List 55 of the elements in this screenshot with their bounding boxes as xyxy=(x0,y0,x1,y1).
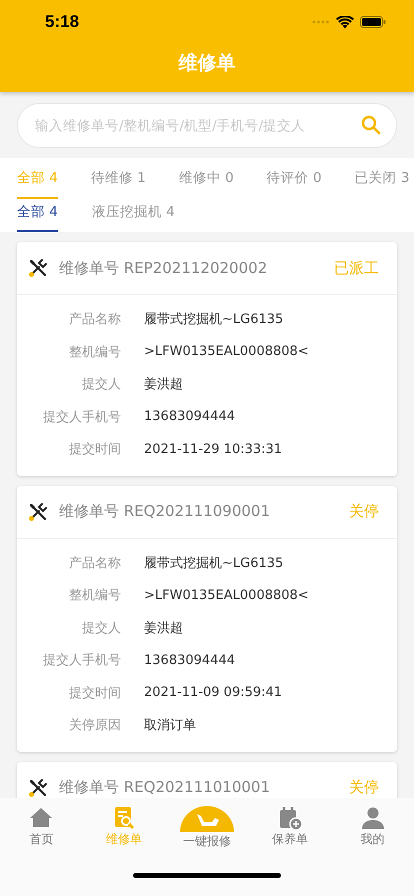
field-value: 2021-11-29 10:33:31 xyxy=(144,442,282,457)
order-status: 关停 xyxy=(349,778,379,797)
field-label: 产品名称 xyxy=(68,311,121,328)
field-value: 履带式挖掘机~LG6135 xyxy=(144,554,284,572)
field-value: 履带式挖掘机~LG6135 xyxy=(144,311,284,328)
field-value: 13683094444 xyxy=(144,409,235,424)
field-label: 整机编号 xyxy=(68,587,121,604)
order-card[interactable]: 维修单号 REP202112020002 已派工 产品名称 履带式挖掘机~LG6135 整机编号 >LFW0135EAL0008808< 提交人 姜洪超 提交人手机号 13683094444 提交时间 2021-11-29 10:33:31 xyxy=(17,242,397,476)
field-value: 姜洪超 xyxy=(144,620,183,637)
tools-icon xyxy=(28,502,48,522)
tab-bar-item[interactable]: 保养单 xyxy=(272,831,308,848)
order-number: 维修单号 REQ202111090001 xyxy=(59,502,271,521)
tab-bar-item[interactable]: 我的 xyxy=(360,831,385,848)
field-label: 提交人 xyxy=(81,376,121,394)
field-label: 提交人手机号 xyxy=(42,408,121,426)
order-number: 维修单号 REQ202111010001 xyxy=(59,778,271,797)
field-label: 提交人 xyxy=(81,620,121,637)
order-card[interactable]: 维修单号 REQ202111090001 关停 产品名称 履带式挖掘机~LG6135 整机编号 >LFW0135EAL0008808< 提交人 姜洪超 提交人手机号 13683094444 提交时间 2021-11-09 09:59:41 关停原因 取消订单 xyxy=(17,486,397,752)
tab-bar-item[interactable]: 一键报修 xyxy=(182,833,231,850)
filter-tab[interactable]: 液压挖掘机 4 xyxy=(92,199,175,232)
battery-icon xyxy=(360,16,386,28)
order-status: 已派工 xyxy=(334,258,379,278)
field-label: 提交时间 xyxy=(68,684,121,702)
order-number: 维修单号 REP202112020002 xyxy=(59,258,268,278)
field-value: >LFW0135EAL0008808< xyxy=(144,588,309,603)
field-value: 取消订单 xyxy=(144,717,196,734)
calendar-plus-icon xyxy=(278,806,302,830)
tools-icon xyxy=(28,778,48,798)
wrench-document-icon xyxy=(112,806,136,830)
filter-tab[interactable]: 维修中 0 xyxy=(178,158,234,199)
tab-bar-item[interactable]: 首页 xyxy=(29,831,54,848)
signal-icon xyxy=(312,20,330,24)
field-value: >LFW0135EAL0008808< xyxy=(144,344,309,360)
filter-tab[interactable]: 全部 4 xyxy=(17,199,58,232)
page-title: 维修单 xyxy=(178,51,236,76)
person-icon xyxy=(360,806,385,830)
filter-tab[interactable]: 待评价 0 xyxy=(266,158,322,199)
field-label: 整机编号 xyxy=(68,344,121,361)
search-icon xyxy=(361,115,381,135)
wifi-icon xyxy=(336,16,354,28)
home-icon xyxy=(29,806,54,830)
field-value: 2021-11-09 09:59:41 xyxy=(144,685,282,700)
field-label: 关停原因 xyxy=(68,717,121,734)
tools-icon xyxy=(28,258,48,278)
filter-tab[interactable]: 待维修 1 xyxy=(90,158,146,199)
filter-tab[interactable]: 已关闭 3 xyxy=(354,158,410,199)
field-value: 13683094444 xyxy=(144,652,235,668)
status-time: 5:18 xyxy=(45,12,80,32)
field-label: 提交人手机号 xyxy=(42,652,121,670)
order-status: 关停 xyxy=(349,502,379,521)
field-value: 姜洪超 xyxy=(144,376,183,394)
filter-tab[interactable]: 全部 4 xyxy=(17,158,58,199)
order-card[interactable]: 维修单号 REQ202111010001 关停 xyxy=(17,762,397,798)
field-label: 提交时间 xyxy=(68,441,121,458)
field-label: 产品名称 xyxy=(68,554,121,572)
